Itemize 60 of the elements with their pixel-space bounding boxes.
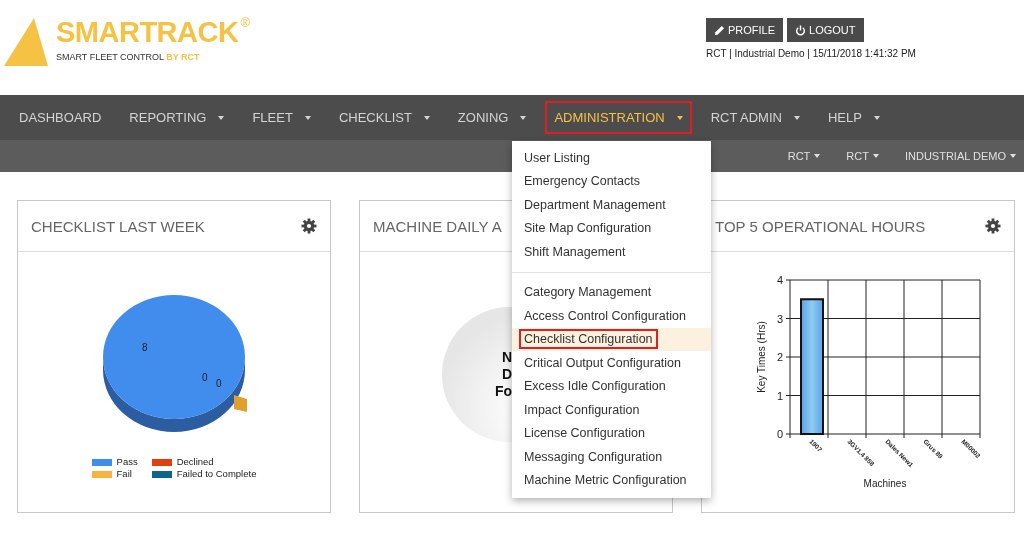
dropdown-menu-item[interactable]: Checklist Configuration xyxy=(519,329,658,350)
profile-button[interactable]: PROFILE xyxy=(706,18,784,42)
y-tick-label: 1 xyxy=(776,389,783,402)
dropdown-menu-item[interactable]: Critical Output Configuration xyxy=(519,352,687,373)
no-data-message: Fo xyxy=(494,383,512,400)
dropdown-menu-item[interactable]: Emergency Contacts xyxy=(519,171,646,192)
legend-label: Fail xyxy=(116,468,132,480)
settings-icon[interactable] xyxy=(301,218,317,234)
legend-label: Declined xyxy=(176,456,214,468)
x-axis-title: Machines xyxy=(863,478,907,489)
nav-menu-item[interactable]: HELP xyxy=(818,101,889,134)
session-info: RCT | Industrial Demo | 15/11/2018 1:41:32 PM xyxy=(706,48,917,59)
registered-mark: ® xyxy=(240,15,250,30)
dropdown-menu-item[interactable]: Department Management xyxy=(519,194,671,215)
dropdown-menu-item[interactable]: Access Control Configuration xyxy=(519,305,691,326)
brand-name: SMARTRACK xyxy=(56,15,239,49)
no-data-message: N xyxy=(501,349,512,366)
slice-value-label: 0 xyxy=(202,372,208,383)
nav-menu-item[interactable]: ZONING xyxy=(448,101,536,134)
caret-icon xyxy=(814,154,821,158)
y-tick-label: 4 xyxy=(776,274,783,286)
nav-menu-item[interactable]: CHECKLIST xyxy=(329,101,439,134)
dropdown-menu-item[interactable]: Site Map Configuration xyxy=(519,218,657,239)
logo-triangle-icon xyxy=(4,18,48,66)
brand-tagline: SMART FLEET CONTROL xyxy=(56,52,164,62)
power-icon xyxy=(795,24,807,36)
caret-icon xyxy=(1010,154,1016,158)
pencil-icon xyxy=(714,24,725,36)
nav-menu-item[interactable]: DASHBOARD xyxy=(10,101,111,134)
dropdown-menu-item[interactable]: User Listing xyxy=(519,147,595,168)
dropdown-menu-item[interactable]: Category Management xyxy=(519,282,657,303)
nav-menu-item[interactable]: ADMINISTRATION xyxy=(545,101,692,134)
dropdown-menu-item[interactable]: Messaging Configuration xyxy=(519,446,668,467)
brand-tagline-by: BY RCT xyxy=(166,52,200,62)
sub-nav-dropdown[interactable]: INDUSTRIAL DEMO xyxy=(904,150,1016,162)
nav-menu-item[interactable]: FLEET xyxy=(243,101,320,134)
card-title: TOP 5 OPERATIONAL HOURS xyxy=(715,217,926,235)
no-data-message: D xyxy=(501,366,512,383)
legend-label: Pass xyxy=(116,456,138,468)
nav-menu-item[interactable]: RCT ADMIN xyxy=(701,101,809,134)
nav-menu-item[interactable]: REPORTING xyxy=(120,101,234,134)
dropdown-menu-item[interactable]: License Configuration xyxy=(519,423,650,444)
card-title: CHECKLIST LAST WEEK xyxy=(31,217,205,235)
slice-value-label: 8 xyxy=(142,342,148,353)
dropdown-menu-item[interactable]: Excess Idle Configuration xyxy=(519,376,671,397)
dropdown-menu-item[interactable]: Shift Management xyxy=(519,241,631,262)
caret-icon xyxy=(872,154,879,158)
logout-button[interactable]: LOGOUT xyxy=(787,18,864,42)
y-axis-title: Key Times (Hrs) xyxy=(756,321,767,393)
y-tick-label: 0 xyxy=(776,428,783,440)
sub-nav-dropdown[interactable]: RCT xyxy=(846,150,879,162)
card-title: MACHINE DAILY A xyxy=(373,217,502,235)
y-tick-label: 2 xyxy=(776,351,783,363)
dropdown-menu-item[interactable]: Machine Metric Configuration xyxy=(519,470,692,491)
settings-icon[interactable] xyxy=(985,218,1001,234)
dropdown-menu-item[interactable]: Impact Configuration xyxy=(519,399,645,420)
legend-label: Failed to Complete xyxy=(176,468,257,480)
slice-value-label: 0 xyxy=(216,378,222,389)
sub-nav-dropdown[interactable]: RCT xyxy=(787,150,821,162)
y-tick-label: 3 xyxy=(776,312,783,325)
